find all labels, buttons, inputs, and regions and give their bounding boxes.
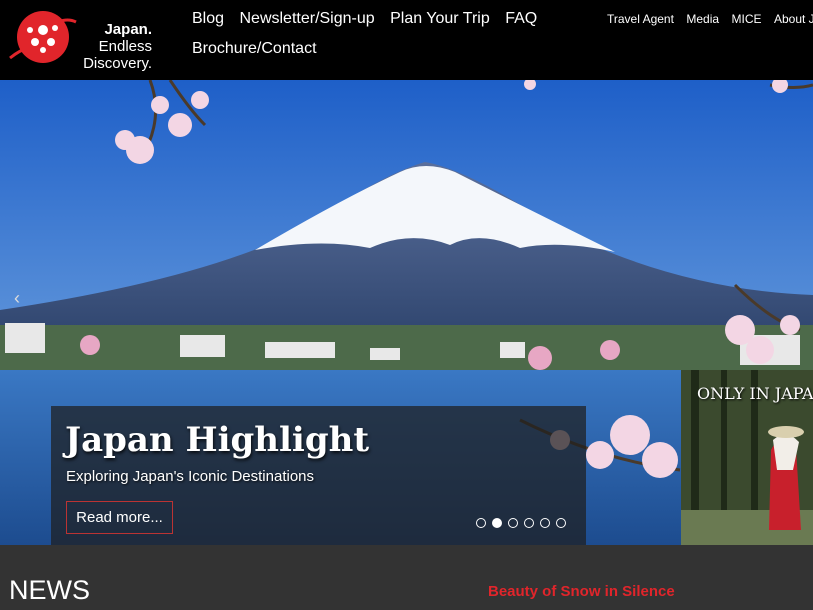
site-logo[interactable]: Japan. Endless Discovery. [8,8,153,72]
util-link-media[interactable]: Media [686,12,719,26]
news-heading: NEWS [9,575,90,605]
utility-nav: Travel Agent Media MICE About JN [607,10,813,28]
side-promo-card[interactable]: ONLY IN JAPAN [681,370,813,545]
main-nav: Blog Newsletter/Sign-up Plan Your Trip F… [192,4,592,64]
logo-line-3: Discovery. [83,55,152,72]
carousel-dot-6[interactable] [556,518,566,528]
carousel-dot-5[interactable] [540,518,550,528]
logo-line-1: Japan. [104,21,152,38]
featured-news-link[interactable]: Beauty of Snow in Silence [488,583,675,600]
carousel-dot-1[interactable] [476,518,486,528]
side-promo-title: ONLY IN JAPAN [697,384,813,403]
slide-caption: Japan Highlight Exploring Japan's Iconic… [51,406,586,545]
sakura-logo-icon [9,11,77,63]
util-link-mice[interactable]: MICE [732,12,762,26]
carousel-prev-arrow-icon[interactable]: ‹ [14,288,20,309]
nav-link-brochure-contact[interactable]: Brochure/Contact [192,34,317,64]
carousel-dot-3[interactable] [508,518,518,528]
page: Japan. Endless Discovery. Blog Newslette… [0,0,813,610]
slide-title: Japan Highlight [65,420,370,460]
hero-carousel[interactable]: ‹ Japan Highlight Exploring Japan's Icon… [0,80,813,545]
logo-line-2: Endless [98,38,152,55]
read-more-button[interactable]: Read more... [66,501,173,534]
carousel-dot-2[interactable] [492,518,502,528]
slide-subtitle: Exploring Japan's Iconic Destinations [66,468,314,485]
news-section: NEWS Beauty of Snow in Silence [0,545,813,610]
nav-link-faq[interactable]: FAQ [505,4,537,34]
logo-wordmark: Japan. Endless Discovery. [80,21,152,72]
carousel-pagination [476,518,566,528]
nav-link-blog[interactable]: Blog [192,4,224,34]
site-header: Japan. Endless Discovery. Blog Newslette… [0,0,813,80]
util-link-about[interactable]: About JN [774,12,813,26]
util-link-travel-agent[interactable]: Travel Agent [607,12,674,26]
nav-link-plan-your-trip[interactable]: Plan Your Trip [390,4,490,34]
nav-link-newsletter[interactable]: Newsletter/Sign-up [239,4,374,34]
carousel-dot-4[interactable] [524,518,534,528]
